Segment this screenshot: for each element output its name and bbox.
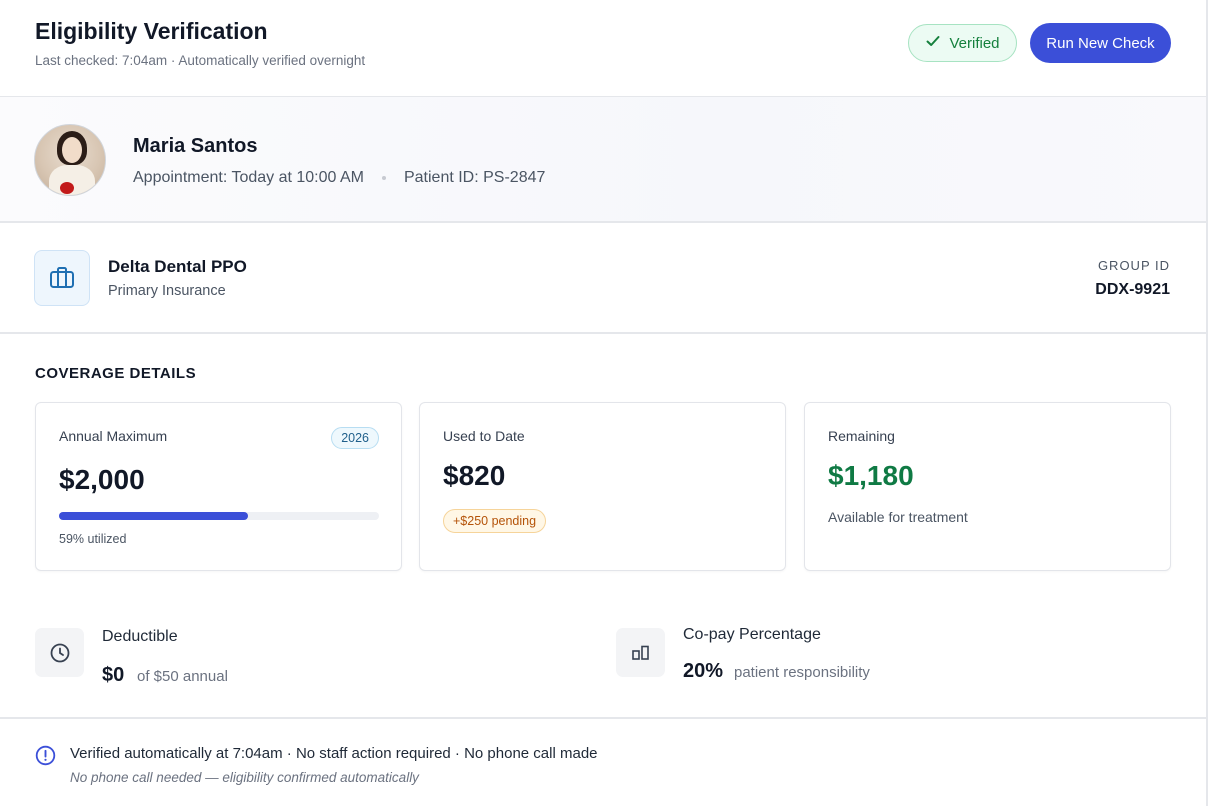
insurance-name: Delta Dental PPO bbox=[108, 257, 247, 276]
info-icon bbox=[35, 745, 56, 771]
utilization-progress-bar bbox=[59, 512, 379, 520]
deductible-value: $0 bbox=[102, 664, 125, 686]
insurance-type: Primary Insurance bbox=[108, 283, 226, 299]
remaining-label: Remaining bbox=[828, 428, 895, 444]
remaining-card: Remaining $1,180 Available for treatment bbox=[804, 402, 1171, 571]
page-header: Eligibility Verification Last checked: 7… bbox=[0, 0, 1206, 97]
patient-meta: Appointment: Today at 10:00 AM Patient I… bbox=[133, 169, 545, 187]
deductible-label: Deductible bbox=[102, 628, 178, 645]
check-icon bbox=[925, 33, 941, 53]
remaining-amount: $1,180 bbox=[828, 460, 914, 491]
insurance-section: Delta Dental PPO Primary Insurance GROUP… bbox=[0, 223, 1206, 334]
group-id-label: GROUP ID bbox=[1097, 258, 1170, 273]
pending-badge: +$250 pending bbox=[443, 509, 547, 533]
annual-maximum-amount: $2,000 bbox=[59, 464, 145, 495]
utilization-progress-fill bbox=[59, 512, 248, 520]
bar-chart-icon bbox=[616, 628, 665, 677]
copay-label: Co-pay Percentage bbox=[683, 626, 821, 643]
verification-footer: Verified automatically at 7:04am · No st… bbox=[0, 717, 1206, 806]
meta-separator bbox=[381, 176, 386, 180]
verification-summary: Verified automatically at 7:04am · No st… bbox=[70, 745, 598, 762]
year-badge: 2026 bbox=[331, 427, 379, 449]
used-to-date-amount: $820 bbox=[443, 460, 506, 491]
page-title: Eligibility Verification bbox=[35, 18, 268, 44]
verification-note: No phone call needed — eligibility confi… bbox=[70, 770, 419, 785]
eligibility-page: Eligibility Verification Last checked: 7… bbox=[0, 0, 1208, 806]
verified-status-badge: Verified bbox=[908, 24, 1017, 62]
patient-avatar bbox=[34, 124, 106, 196]
verified-label: Verified bbox=[949, 34, 1000, 52]
remaining-note: Available for treatment bbox=[828, 509, 968, 525]
annual-maximum-card: Annual Maximum 2026 $2,000 59% utilized bbox=[35, 402, 402, 571]
deductible-sub: of $50 annual bbox=[137, 668, 228, 685]
patient-section bbox=[0, 97, 1206, 223]
briefcase-icon bbox=[34, 250, 90, 306]
annual-maximum-label: Annual Maximum bbox=[59, 428, 168, 444]
last-checked-subtitle: Last checked: 7:04am · Automatically ver… bbox=[35, 53, 366, 68]
coverage-heading: COVERAGE DETAILS bbox=[35, 365, 197, 382]
clock-icon bbox=[35, 628, 84, 677]
group-id-value: DDX-9921 bbox=[1095, 281, 1170, 298]
used-to-date-label: Used to Date bbox=[443, 428, 525, 444]
utilization-text: 59% utilized bbox=[59, 532, 127, 546]
used-to-date-card: Used to Date $820 +$250 pending bbox=[419, 402, 786, 571]
patient-name: Maria Santos bbox=[133, 135, 258, 157]
copay-value: 20% bbox=[683, 660, 724, 682]
appointment-time: Appointment: Today at 10:00 AM bbox=[133, 169, 364, 186]
patient-id: Patient ID: PS-2847 bbox=[403, 169, 546, 186]
run-new-check-button[interactable]: Run New Check bbox=[1030, 23, 1171, 63]
copay-sub: patient responsibility bbox=[734, 664, 870, 681]
